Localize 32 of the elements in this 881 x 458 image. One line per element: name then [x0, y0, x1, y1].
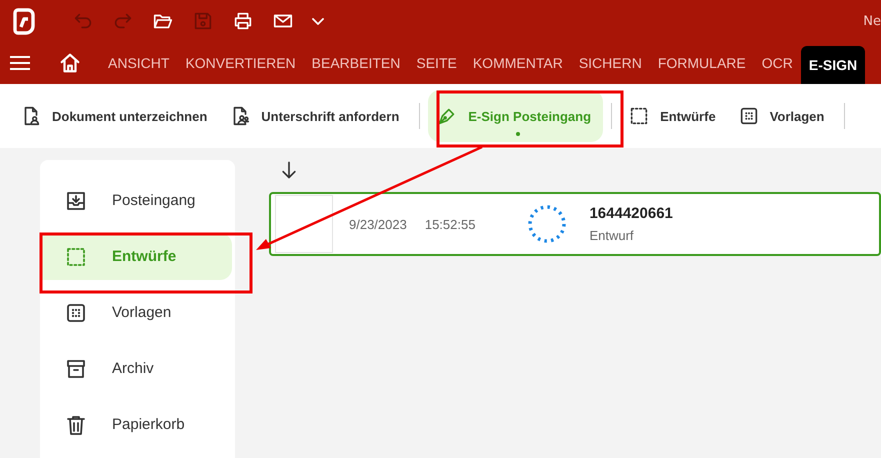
document-row[interactable]: 9/23/2023 15:52:55 1644420661 Entwurf — [269, 192, 881, 256]
document-status: Entwurf — [589, 228, 635, 243]
document-thumbnail — [275, 195, 333, 253]
window-title: Ne — [863, 14, 881, 28]
toolbar-button[interactable]: Entwürfe — [620, 90, 728, 142]
menu-tab[interactable]: KOMMENTAR — [464, 42, 571, 84]
menu-tab[interactable]: SICHERN — [570, 42, 650, 84]
print-icon — [232, 10, 254, 32]
menu-tab[interactable]: ANSICHT — [100, 42, 178, 84]
app-logo-icon — [12, 7, 36, 35]
dotted-circle-icon — [527, 204, 568, 244]
sidebar-item[interactable]: Vorlagen — [40, 289, 232, 336]
document-time: 15:52:55 — [424, 216, 476, 232]
toolbar-button[interactable]: Dokument unterzeichnen — [12, 90, 220, 142]
menu-tab[interactable]: BEARBEITEN — [304, 42, 408, 84]
menu-tab[interactable]: KONVERTIEREN — [177, 42, 304, 84]
toolbar-button[interactable]: Vorlagen — [730, 90, 836, 142]
menu-tab[interactable]: SEITE — [408, 42, 465, 84]
menu-tab[interactable]: FORMULARE — [650, 42, 754, 84]
chevron-down-icon — [312, 18, 324, 24]
sidebar-item[interactable]: Papierkorb — [40, 401, 232, 448]
more-button[interactable] — [310, 16, 326, 26]
sidebar-item[interactable]: Archiv — [40, 345, 232, 392]
menu-tab[interactable]: E-SIGN — [800, 46, 866, 84]
save-icon — [192, 10, 214, 32]
home-icon — [59, 52, 81, 74]
document-name: 1644420661 — [589, 205, 673, 222]
toolbar-button[interactable]: Unterschrift anfordern — [221, 90, 412, 142]
menu-icon — [10, 55, 30, 71]
document-date: 9/23/2023 — [349, 216, 407, 232]
menu-tab[interactable]: OCR — [754, 42, 801, 84]
sidebar-item[interactable]: Posteingang — [40, 177, 232, 224]
